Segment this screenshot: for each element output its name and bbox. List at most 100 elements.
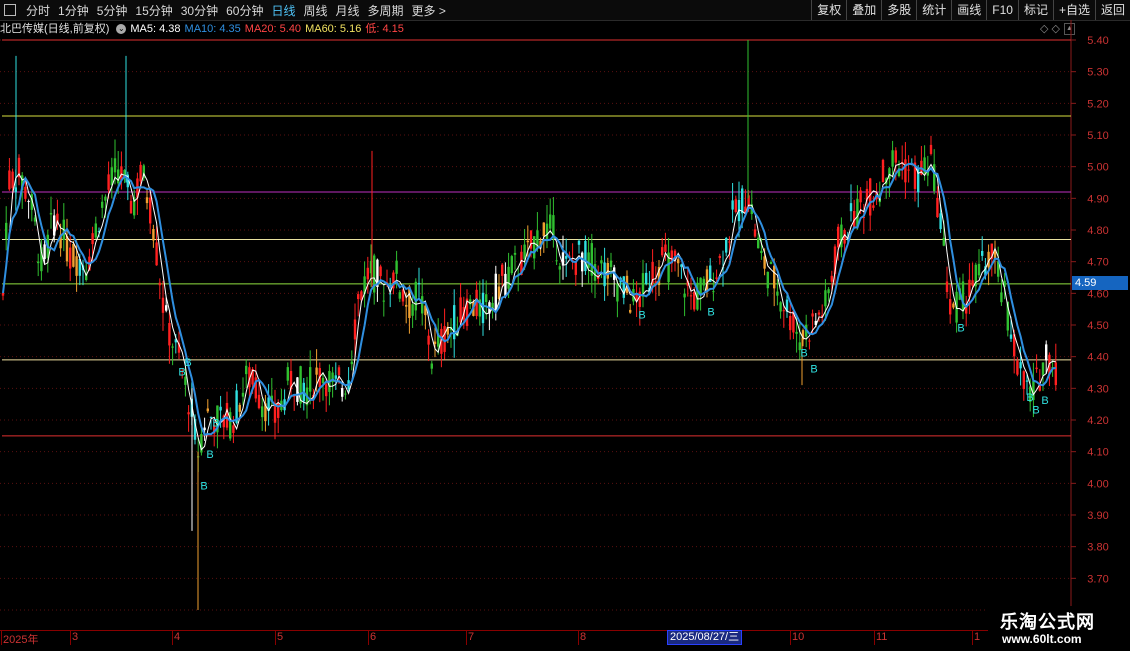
candle-body: [309, 367, 312, 392]
candle-body: [769, 261, 773, 264]
candle-body: [91, 233, 94, 245]
candle-body: [421, 296, 424, 314]
candle-body: [555, 260, 558, 262]
toolbar-button-6[interactable]: 标记: [1017, 0, 1053, 20]
buy-signal-marker: B: [184, 357, 191, 369]
candle-body: [891, 150, 894, 167]
period-tab-5[interactable]: 60分钟: [222, 2, 267, 19]
candle-body: [129, 200, 133, 214]
candle-body: [702, 278, 705, 286]
candle-body: [1022, 371, 1025, 390]
buy-signal-marker: B: [1032, 405, 1039, 417]
price-tick-label: 5.20: [1087, 98, 1108, 110]
candle-body: [277, 402, 280, 418]
candle-body: [257, 394, 261, 409]
candle-body: [75, 256, 78, 276]
candle-body: [353, 319, 357, 340]
candle-body: [398, 292, 401, 299]
period-tab-6[interactable]: 日线: [267, 2, 299, 19]
candle-body: [629, 309, 632, 313]
function-buttons: 复权 叠加 多股 统计 画线 F10 标记 +自选 返回: [811, 0, 1130, 20]
candle-body: [1025, 380, 1029, 382]
toolbar-button-7[interactable]: +自选: [1052, 0, 1095, 20]
buy-signal-marker: B: [200, 481, 207, 493]
candle-body: [405, 304, 408, 307]
candle-body: [824, 290, 827, 307]
candle-body: [830, 275, 833, 282]
period-tab-4[interactable]: 30分钟: [177, 2, 222, 19]
candle-body: [315, 367, 318, 375]
period-tab-2[interactable]: 5分钟: [93, 2, 132, 19]
candle-body: [341, 388, 344, 397]
candle-body: [837, 226, 840, 248]
buy-signal-marker: B: [800, 348, 807, 360]
candle-body: [577, 240, 581, 245]
candle-body: [152, 229, 155, 241]
candle-body: [533, 236, 536, 259]
candle-body: [1035, 367, 1038, 370]
candle-body: [677, 259, 680, 264]
candle-body: [728, 241, 731, 243]
candle-body: [69, 247, 72, 269]
candle-body: [321, 377, 325, 384]
candle-body: [849, 203, 853, 212]
period-tab-10[interactable]: 更多 >: [408, 2, 450, 19]
candle-body: [664, 244, 667, 252]
month-label: 7: [468, 631, 475, 643]
candle-body: [1, 293, 5, 296]
watermark-title: 乐淘公式网: [1000, 612, 1095, 632]
candle-body: [504, 273, 507, 296]
candle-body: [609, 260, 613, 268]
toolbar-button-1[interactable]: 叠加: [846, 0, 881, 20]
buy-signal-marker: B: [1026, 392, 1033, 404]
price-tick-label: 4.90: [1087, 193, 1108, 205]
candle-body: [187, 412, 190, 415]
candle-body: [414, 281, 417, 311]
price-tick-label: 5.40: [1087, 35, 1108, 47]
candle-body: [510, 256, 513, 274]
month-label: 2025年: [3, 634, 39, 646]
toolbar-button-5[interactable]: F10: [986, 0, 1018, 20]
candle-body: [757, 237, 760, 249]
candle-body: [232, 425, 235, 433]
candle-body: [1054, 362, 1057, 386]
candle-body: [753, 229, 757, 237]
candle-body: [344, 393, 347, 395]
candle-body: [245, 365, 248, 375]
candle-body: [459, 297, 462, 323]
menu-toggle-icon[interactable]: [4, 4, 16, 16]
candle-body: [1016, 360, 1019, 375]
candle-body: [981, 250, 984, 256]
candle-body: [501, 264, 504, 276]
toolbar-button-3[interactable]: 统计: [916, 0, 951, 20]
candle-body: [683, 293, 686, 298]
candle-body: [37, 261, 40, 264]
kline-chart[interactable]: 5.40 5.30 5.20 5.10 5.00 4.90 4.80 4.70 4.60 4.50…: [0, 20, 1130, 630]
candle-body: [712, 291, 715, 293]
buy-signal-marker: B: [810, 364, 817, 376]
period-tab-0[interactable]: 分时: [22, 2, 54, 19]
candle-body: [101, 201, 104, 208]
candle-body: [49, 212, 53, 215]
toolbar-button-8[interactable]: 返回: [1094, 0, 1130, 20]
candle-body: [357, 294, 360, 300]
period-tab-9[interactable]: 多周期: [364, 2, 408, 19]
candle-body: [104, 196, 107, 201]
candle-body: [587, 252, 590, 268]
candle-body: [107, 174, 110, 190]
price-tick-label: 4.30: [1087, 383, 1108, 395]
candle-body: [168, 323, 171, 346]
candle-body: [261, 406, 264, 418]
candle-body: [616, 283, 619, 302]
toolbar-button-4[interactable]: 画线: [951, 0, 986, 20]
watermark-url: www.60lt.com: [1002, 632, 1082, 646]
period-tab-8[interactable]: 月线: [332, 2, 364, 19]
toolbar-button-0[interactable]: 复权: [811, 0, 846, 20]
toolbar-button-2[interactable]: 多股: [881, 0, 916, 20]
period-tab-3[interactable]: 15分钟: [131, 2, 176, 19]
candle-body: [382, 300, 385, 302]
period-tab-7[interactable]: 周线: [299, 2, 331, 19]
period-tab-1[interactable]: 1分钟: [54, 2, 93, 19]
candle-body: [27, 201, 30, 203]
candle-body: [760, 250, 763, 254]
